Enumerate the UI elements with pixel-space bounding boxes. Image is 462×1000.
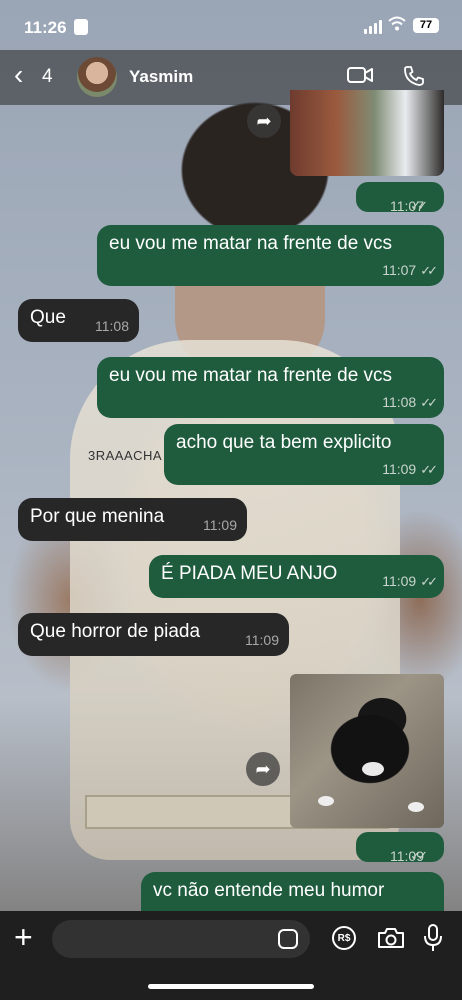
read-ticks-icon: ✓✓ (420, 395, 438, 410)
message-bubble-outgoing[interactable]: eu vou me matar na frente de vcs 11:08 ✓✓ (97, 357, 444, 418)
read-ticks-icon: ✓✓ (410, 848, 428, 863)
message-text: eu vou me matar na frente de vcs (109, 365, 393, 386)
message-text: É PIADA MEU ANJO (161, 563, 338, 584)
contact-avatar[interactable] (77, 57, 117, 97)
message-bubble-outgoing[interactable]: eu vou me matar na frente de vcs 11:07 ✓✓ (97, 225, 444, 286)
message-time: 11:08 (382, 394, 417, 410)
media-photo-kitten[interactable] (290, 674, 444, 828)
wifi-icon (388, 16, 406, 37)
media-timestamp: 11:07 ✓✓ (356, 182, 444, 214)
photo-detail (362, 762, 384, 776)
media-timestamp: 11:09 ✓✓ (356, 832, 444, 864)
message-text: acho que ta bem explicito (176, 432, 392, 453)
message-text: Que (30, 307, 66, 328)
message-bubble-incoming[interactable]: Que horror de piada 11:09 (18, 613, 289, 656)
unread-count[interactable]: 4 (42, 66, 53, 88)
message-time: 11:07 (382, 262, 417, 278)
message-text: eu vou me matar na frente de vcs (109, 233, 393, 254)
message-input[interactable] (52, 920, 310, 958)
read-ticks-icon: ✓✓ (410, 198, 428, 213)
video-call-icon[interactable] (347, 66, 373, 84)
back-chevron-icon[interactable]: ‹ (14, 60, 23, 90)
camera-icon[interactable] (377, 927, 405, 949)
message-time: 11:08 (95, 318, 129, 334)
read-ticks-icon: ✓✓ (420, 462, 438, 477)
status-time: 11:26 (24, 18, 67, 37)
message-time: 11:09 (203, 517, 237, 533)
read-ticks-icon: ✓✓ (420, 574, 438, 589)
message-bubble-incoming[interactable]: Que 11:08 (18, 299, 139, 342)
photo-detail (408, 802, 424, 812)
message-time: 11:09 (382, 461, 417, 477)
message-bubble-outgoing[interactable]: acho que ta bem explicito 11:09 ✓✓ (164, 424, 444, 485)
message-time: 11:09 (382, 573, 417, 589)
payment-icon[interactable]: R$ (332, 926, 356, 950)
message-text: Que horror de piada (30, 621, 201, 642)
share-forward-icon[interactable]: ➦ (247, 104, 281, 138)
phone-call-icon[interactable] (402, 64, 426, 88)
share-forward-icon[interactable]: ➦ (246, 752, 280, 786)
sticker-icon[interactable] (278, 929, 298, 949)
microphone-icon[interactable] (423, 923, 443, 953)
message-bubble-outgoing[interactable]: É PIADA MEU ANJO 11:09 ✓✓ (149, 555, 444, 598)
status-bar: 11:26 77 (0, 0, 462, 50)
read-ticks-icon: ✓✓ (420, 263, 438, 278)
wallpaper-shirt-text: 3RAAACHA (88, 448, 163, 463)
plus-icon[interactable]: + (14, 921, 33, 953)
media-photo[interactable] (290, 90, 444, 176)
battery-indicator: 77 (413, 18, 439, 33)
home-indicator (148, 984, 314, 989)
message-text: Por que menina (30, 506, 165, 527)
message-bubble-incoming[interactable]: Por que menina 11:09 (18, 498, 247, 541)
contact-name[interactable]: Yasmim (129, 67, 193, 87)
cellular-signal-icon (364, 20, 382, 34)
message-time: 11:09 (245, 632, 279, 648)
photo-detail (318, 796, 334, 806)
contact-card-icon (74, 19, 88, 35)
message-text: vc não entende meu humor (153, 880, 385, 901)
